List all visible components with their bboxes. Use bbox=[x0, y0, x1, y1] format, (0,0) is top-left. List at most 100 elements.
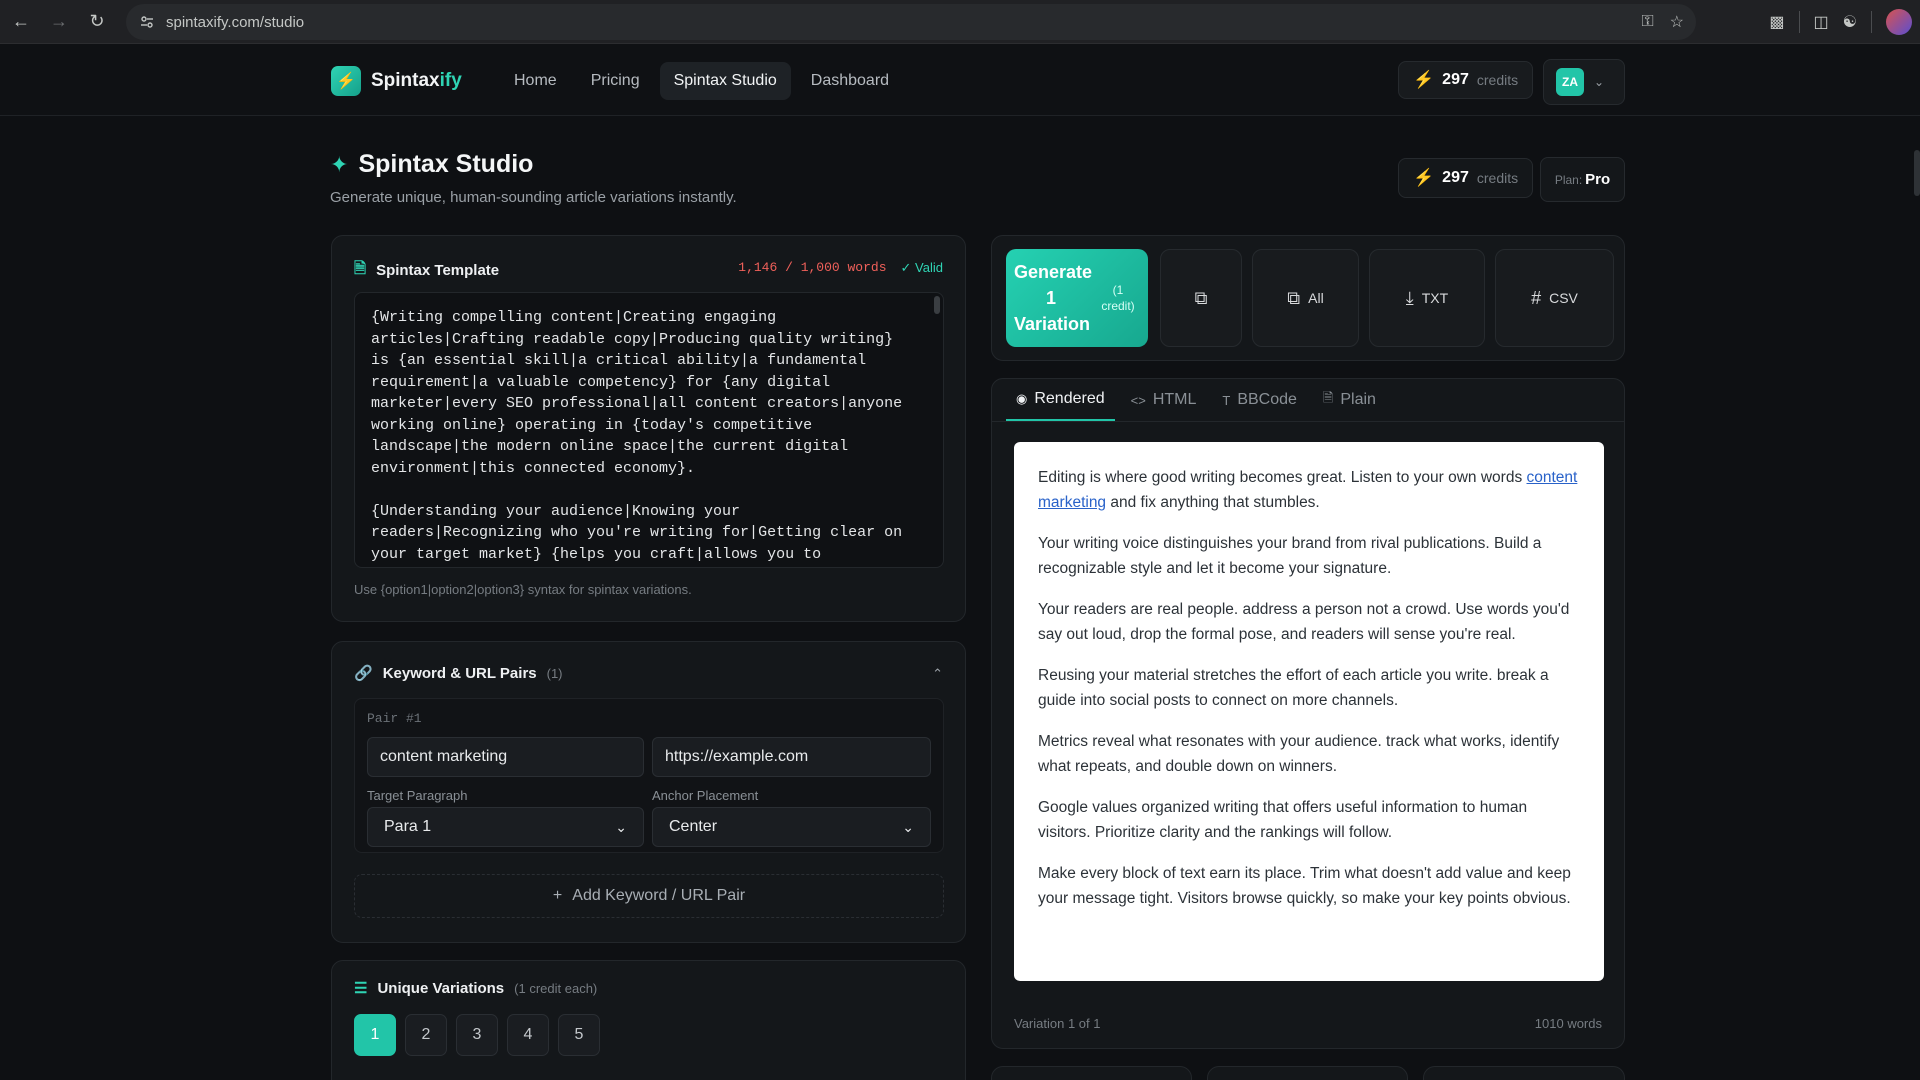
address-bar[interactable]: spintaxify.com/studio ⚿ ☆ bbox=[126, 4, 1696, 40]
copy-button[interactable]: ⧉ bbox=[1160, 249, 1242, 347]
tab-bbcode[interactable]: T BBCode bbox=[1212, 379, 1307, 421]
bookmark-star-icon[interactable]: ☆ bbox=[1670, 12, 1684, 32]
check-icon: ✓ bbox=[900, 260, 912, 275]
target-paragraph-select[interactable]: Para 1 ⌄ bbox=[367, 807, 644, 847]
card-title: Spintax Template bbox=[376, 262, 500, 279]
paragraph-text: Editing is where good writing becomes gr… bbox=[1038, 469, 1527, 486]
page-scrollbar[interactable] bbox=[1914, 150, 1920, 196]
chevron-up-icon[interactable]: ⌃ bbox=[932, 666, 943, 682]
download-icon: ⤓ bbox=[1405, 287, 1414, 308]
tab-rendered[interactable]: ◉ Rendered bbox=[1006, 379, 1115, 421]
chevron-down-icon: ⌄ bbox=[615, 818, 627, 835]
plus-icon: + bbox=[552, 887, 563, 904]
preview-paragraph: Make every block of text earn its place.… bbox=[1038, 865, 1571, 907]
eye-icon: ◉ bbox=[1016, 391, 1028, 406]
url-text: spintaxify.com/studio bbox=[166, 13, 305, 31]
anchor-placement-select[interactable]: Center ⌄ bbox=[652, 807, 931, 847]
layers-icon: ☰ bbox=[354, 980, 368, 997]
url-input[interactable]: https://example.com bbox=[652, 737, 931, 777]
copy-all-label: All bbox=[1308, 290, 1324, 306]
download-txt-button[interactable]: ⤓ TXT bbox=[1369, 249, 1485, 347]
add-keyword-pair-button[interactable]: + Add Keyword / URL Pair bbox=[354, 874, 944, 918]
download-csv-button[interactable]: # CSV bbox=[1495, 249, 1614, 347]
profile-avatar[interactable] bbox=[1886, 9, 1912, 35]
tab-label: HTML bbox=[1152, 391, 1197, 408]
preview-paragraph: Reusing your material stretches the effo… bbox=[1038, 667, 1549, 709]
tab-label: BBCode bbox=[1237, 391, 1297, 408]
plan-badge: Plan: Pro bbox=[1540, 157, 1625, 202]
tab-html[interactable]: <> HTML bbox=[1121, 379, 1207, 421]
output-word-count: 1010 words bbox=[1534, 1016, 1602, 1031]
generate-label: Generate 1 Variation bbox=[1014, 262, 1093, 334]
word-count: 1,146 / 1,000 words bbox=[738, 260, 887, 275]
preview-paragraph: Your readers are real people. address a … bbox=[1038, 601, 1570, 643]
brand-prefix: Spintax bbox=[371, 70, 440, 91]
brand-suffix: ify bbox=[439, 70, 462, 91]
variation-option-3[interactable]: 3 bbox=[456, 1014, 498, 1056]
preview-panel: ◉ Rendered <> HTML T BBCode 🗎 Plain Edit… bbox=[991, 378, 1625, 1049]
nav-spintax-studio[interactable]: Spintax Studio bbox=[659, 62, 791, 100]
nav-credits-badge[interactable]: ⚡ 297 credits bbox=[1398, 61, 1534, 99]
page-heading: Spintax Studio bbox=[358, 150, 534, 178]
back-icon[interactable]: ← bbox=[2, 3, 40, 41]
credits-value: 297 bbox=[1442, 169, 1469, 186]
keyword-pair-row: Pair #1 content marketing https://exampl… bbox=[354, 698, 944, 853]
nav-home[interactable]: Home bbox=[500, 62, 571, 100]
txt-label: TXT bbox=[1421, 290, 1449, 306]
site-info-icon[interactable] bbox=[140, 15, 154, 29]
reload-icon[interactable]: ↻ bbox=[78, 3, 116, 41]
keyword-url-card: 🔗 Keyword & URL Pairs (1) ⌃ Pair #1 cont… bbox=[331, 641, 966, 943]
magic-wand-icon: ✦ bbox=[330, 151, 349, 177]
brand-logo[interactable]: Spintaxify bbox=[371, 70, 462, 92]
selected-value: Para 1 bbox=[384, 818, 432, 835]
nav-dashboard[interactable]: Dashboard bbox=[797, 62, 903, 100]
add-pair-label: Add Keyword / URL Pair bbox=[572, 887, 746, 904]
preview-paragraph: Editing is where good writing becomes gr… bbox=[1038, 466, 1580, 515]
nav-pricing[interactable]: Pricing bbox=[577, 62, 654, 100]
pair-count: (1) bbox=[546, 665, 563, 681]
document-icon: 🗎 bbox=[354, 260, 367, 277]
extensions-icon[interactable]: ▩ bbox=[1769, 12, 1784, 32]
keyword-input[interactable]: content marketing bbox=[367, 737, 644, 777]
variation-option-5[interactable]: 5 bbox=[558, 1014, 600, 1056]
variation-option-1[interactable]: 1 bbox=[354, 1014, 396, 1056]
user-menu-button[interactable]: ZA ⌄ bbox=[1543, 59, 1625, 105]
hash-icon: # bbox=[1531, 287, 1542, 308]
logo-bolt-icon[interactable]: ⚡ bbox=[331, 66, 361, 96]
variation-count-selector: 1 2 3 4 5 bbox=[354, 1014, 600, 1056]
card-title: Keyword & URL Pairs bbox=[382, 664, 537, 682]
avatar: ZA bbox=[1556, 68, 1584, 96]
credits-label: credits bbox=[1476, 72, 1519, 88]
stat-card bbox=[1423, 1066, 1625, 1080]
tabs-divider bbox=[992, 421, 1624, 422]
copy-all-button[interactable]: ⧉ All bbox=[1252, 249, 1359, 347]
csv-label: CSV bbox=[1549, 290, 1578, 306]
forward-icon[interactable]: → bbox=[40, 3, 78, 41]
password-key-icon[interactable]: ⚿ bbox=[1641, 13, 1653, 31]
variation-option-4[interactable]: 4 bbox=[507, 1014, 549, 1056]
page-title: ✦ Spintax Studio bbox=[330, 150, 533, 179]
toolbar-divider bbox=[1798, 11, 1800, 33]
toolbar-divider bbox=[1871, 11, 1872, 33]
anchor-placement-label: Anchor Placement bbox=[652, 788, 759, 803]
tab-plain[interactable]: 🗎 Plain bbox=[1313, 379, 1386, 421]
text-icon: T bbox=[1222, 392, 1231, 408]
chevron-down-icon: ⌄ bbox=[902, 818, 914, 835]
paragraph-text: and fix anything that stumbles. bbox=[1106, 493, 1320, 511]
side-panel-icon[interactable]: ◫ bbox=[1814, 12, 1829, 32]
variation-option-2[interactable]: 2 bbox=[405, 1014, 447, 1056]
word-count-status: 1,146 / 1,000 words ✓ Valid bbox=[738, 260, 943, 276]
spintax-textarea[interactable]: {Writing compelling content|Creating eng… bbox=[354, 292, 944, 568]
action-toolbar: Generate 1 Variation (1 credit) ⧉ ⧉ All … bbox=[991, 235, 1625, 361]
link-icon: 🔗 bbox=[354, 665, 373, 682]
card-title: Unique Variations bbox=[377, 979, 505, 997]
unique-variations-card: ☰ Unique Variations (1 credit each) 1 2 … bbox=[331, 960, 966, 1080]
valid-label: Valid bbox=[915, 260, 943, 275]
browser-toolbar: ← → ↻ spintaxify.com/studio ⚿ ☆ ▩ ◫ ☯ bbox=[0, 0, 1920, 44]
main-nav: Home Pricing Spintax Studio Dashboard bbox=[500, 62, 903, 100]
generate-cost: (1 credit) bbox=[1101, 283, 1135, 313]
generate-button[interactable]: Generate 1 Variation (1 credit) bbox=[1006, 249, 1148, 347]
variation-indicator: Variation 1 of 1 bbox=[1014, 1016, 1101, 1031]
file-icon: 🗎 bbox=[1322, 390, 1334, 405]
incognito-icon[interactable]: ☯ bbox=[1843, 12, 1857, 32]
